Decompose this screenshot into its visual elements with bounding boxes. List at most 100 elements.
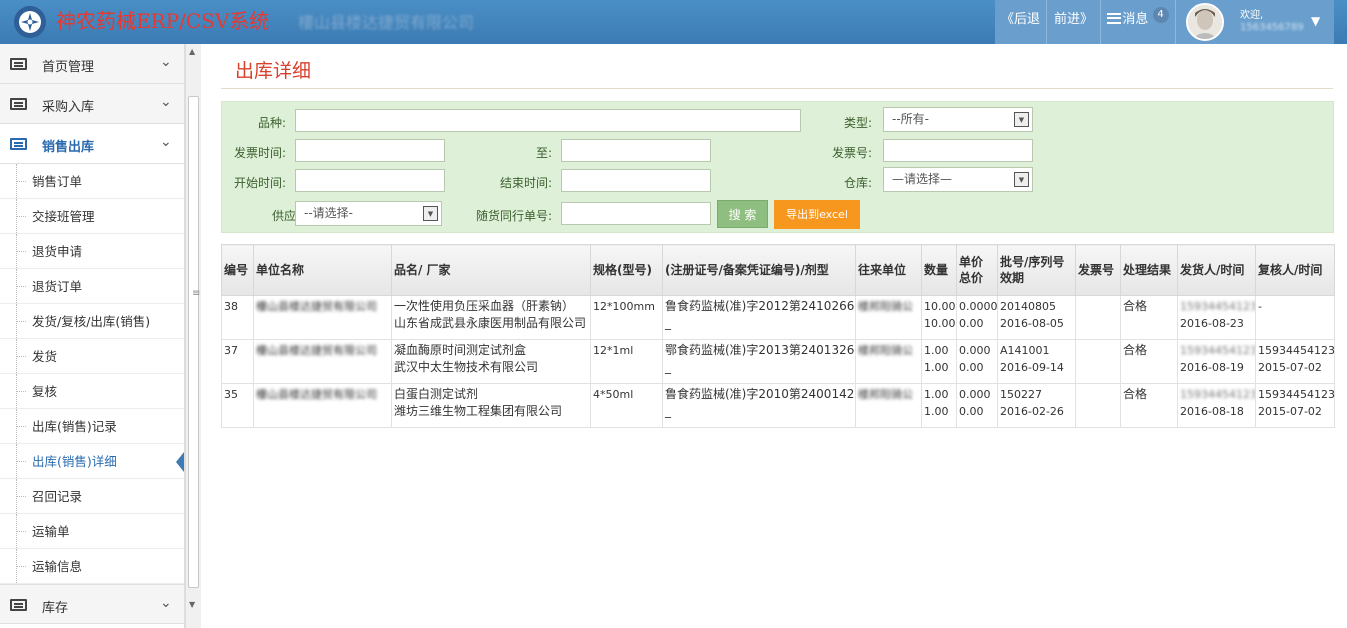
sidebar-section-label: 首页管理 — [42, 60, 95, 75]
dosage-form: _ — [665, 360, 671, 374]
username: 1563456789 — [1240, 22, 1304, 33]
grip-icon: ≡ — [192, 288, 201, 299]
avatar — [1186, 3, 1224, 41]
variety-input[interactable] — [295, 109, 801, 132]
dropdown-arrow-icon: ▼ — [423, 206, 438, 221]
follow-no-label: 随货同行单号: — [475, 209, 552, 223]
cell-shipper: 15934454123 2016-08-18 — [1177, 383, 1256, 428]
sidebar-item-return-request[interactable]: 退货申请 — [0, 234, 184, 269]
cell-reviewer: 15934454123 2015-07-02 — [1255, 339, 1335, 384]
back-button[interactable]: 《后退 — [995, 0, 1047, 44]
sidebar-section-inventory[interactable]: 库存 ⌄ — [0, 584, 184, 624]
sidebar-item-recall-record[interactable]: 召回记录 — [0, 479, 184, 514]
user-menu[interactable]: 欢迎, 1563456789 ▼ — [1176, 0, 1334, 44]
caret-down-icon: ▼ — [1311, 14, 1321, 28]
column-header: 处理结果 — [1120, 244, 1178, 296]
batch-no: 20140805 — [1000, 300, 1056, 313]
start-time-input[interactable] — [295, 169, 445, 192]
column-header: 编号 — [221, 244, 254, 296]
supplier-select[interactable]: --请选择- ▼ — [295, 201, 442, 226]
filter-panel: 品种: 类型: --所有- ▼ 发票时间: 至: 发票号: 开始时间: 结束时间:… — [221, 101, 1334, 233]
sidebar-item-ship[interactable]: 发货 — [0, 339, 184, 374]
sidebar-item-shift-handover[interactable]: 交接班管理 — [0, 199, 184, 234]
end-time-input[interactable] — [561, 169, 711, 192]
sidebar-item-ship-review-out[interactable]: 发货/复核/出库(销售) — [0, 304, 184, 339]
top-bar: 神农药械ERP/CSV系统 樓山县楼达捷贸有限公司 《后退 前进》 消息 4 欢… — [0, 0, 1347, 44]
table-row[interactable]: 35 樓山县楼达捷贸有限公司 白蛋白测定试剂 潍坊三维生物工程集团有限公司 4*5… — [221, 383, 1335, 428]
sidebar-item-review[interactable]: 复核 — [0, 374, 184, 409]
welcome-text: 欢迎, — [1240, 10, 1264, 21]
qty-value-2: 1.00 — [924, 361, 949, 374]
column-header: 单价 总价 — [956, 244, 998, 296]
sidebar: 首页管理 ⌄ 采购入库 ⌄ 销售出库 ⌄ 销售订单 交接班管理 退货申请 退货订… — [0, 44, 185, 628]
invoice-time-end-input[interactable] — [561, 139, 711, 162]
sidebar-item-transport-info[interactable]: 运输信息 — [0, 549, 184, 584]
cell-partner: 楼邦阳骑公 — [855, 339, 922, 384]
list-icon — [10, 58, 27, 70]
cell-reg-no: 鄂食药监械(准)字2013第2401326号 _ — [662, 339, 856, 384]
variety-label: 品种: — [257, 116, 286, 130]
shipper-name: 15934454123 — [1180, 344, 1256, 357]
scrollbar-thumb[interactable]: ≡ — [188, 96, 201, 588]
review-time: 2015-07-02 — [1258, 361, 1322, 374]
scroll-down-icon[interactable]: ▼ — [189, 600, 195, 609]
warehouse-label: 仓库: — [843, 176, 872, 190]
invoice-no-input[interactable] — [883, 139, 1033, 162]
export-excel-button[interactable]: 导出到excel — [774, 200, 860, 229]
table-header-row: 编号 单位名称 品名/ 厂家 规格(型号) (注册证号/备案凭证编号)/剂型 往… — [221, 244, 1335, 296]
ship-time: 2016-08-19 — [1180, 361, 1244, 374]
cell-invoice — [1075, 339, 1121, 384]
dropdown-arrow-icon: ▼ — [1014, 172, 1029, 187]
scroll-up-icon[interactable]: ▲ — [189, 47, 195, 56]
cell-qty: 10.00 10.00 — [921, 295, 957, 340]
follow-no-input[interactable] — [561, 202, 711, 225]
list-icon — [10, 98, 27, 110]
review-time: 2015-07-02 — [1258, 405, 1322, 418]
sidebar-item-outbound-detail[interactable]: 出库(销售)详细 — [0, 444, 184, 479]
sidebar-section-sales[interactable]: 销售出库 ⌄ — [0, 124, 184, 164]
sidebar-section-label: 库存 — [42, 601, 69, 616]
type-select[interactable]: --所有- ▼ — [883, 107, 1033, 132]
list-icon — [10, 138, 27, 150]
product-name: 凝血酶原时间测定试剂盒 — [394, 343, 527, 357]
search-button[interactable]: 搜 索 — [717, 200, 768, 228]
messages-button[interactable]: 消息 4 — [1101, 0, 1176, 44]
warehouse-select[interactable]: —请选择— ▼ — [883, 167, 1033, 192]
cell-spec: 12*1ml — [590, 339, 663, 384]
table-row[interactable]: 37 樓山县楼达捷贸有限公司 凝血酶原时间测定试剂盒 武汉中太生物技术有限公司 1… — [221, 339, 1335, 384]
qty-value: 10.00 — [924, 300, 956, 313]
cell-partner: 楼邦阳骑公 — [855, 295, 922, 340]
cell-result: 合格 — [1120, 383, 1178, 428]
table-row[interactable]: 38 樓山县楼达捷贸有限公司 一次性使用负压采血器（肝素钠） 山东省成武县永康医用… — [221, 295, 1335, 340]
cell-batch: A141001 2016-09-14 — [997, 339, 1076, 384]
manufacturer-name: 武汉中太生物技术有限公司 — [394, 360, 539, 374]
sidebar-section-home[interactable]: 首页管理 ⌄ — [0, 44, 184, 84]
type-select-value: --所有- — [892, 112, 929, 126]
qty-value: 1.00 — [924, 388, 949, 401]
cell-shipper: 15934454123 2016-08-23 — [1177, 295, 1256, 340]
total-price: 0.00 — [959, 361, 984, 374]
reg-no: 鄂食药监械(准)字2013第2401326号 — [665, 343, 856, 357]
sidebar-item-transport-order[interactable]: 运输单 — [0, 514, 184, 549]
cell-qty: 1.00 1.00 — [921, 383, 957, 428]
app-title: 神农药械ERP/CSV系统 — [56, 9, 270, 33]
invoice-time-start-input[interactable] — [295, 139, 445, 162]
sidebar-scrollbar[interactable]: ▲ ≡ ▼ — [185, 44, 201, 628]
dosage-form: _ — [665, 316, 671, 330]
sidebar-item-sales-order[interactable]: 销售订单 — [0, 164, 184, 199]
cell-product: 白蛋白测定试剂 潍坊三维生物工程集团有限公司 — [391, 383, 591, 428]
sidebar-section-purchase[interactable]: 采购入库 ⌄ — [0, 84, 184, 124]
shipper-name: 15934454123 — [1180, 388, 1256, 401]
dosage-form: _ — [665, 404, 671, 418]
cell-price: 0.000 0.00 — [956, 383, 998, 428]
cell-spec: 12*100mm — [590, 295, 663, 340]
sidebar-item-return-order[interactable]: 退货订单 — [0, 269, 184, 304]
cell-id: 35 — [221, 383, 254, 428]
expiry-date: 2016-02-26 — [1000, 405, 1064, 418]
cell-price: 0.000 0.00 — [956, 339, 998, 384]
forward-button[interactable]: 前进》 — [1047, 0, 1101, 44]
sidebar-item-outbound-record[interactable]: 出库(销售)记录 — [0, 409, 184, 444]
cell-price: 0.0000 0.00 — [956, 295, 998, 340]
cell-reviewer: - — [1255, 295, 1335, 340]
cell-id: 38 — [221, 295, 254, 340]
